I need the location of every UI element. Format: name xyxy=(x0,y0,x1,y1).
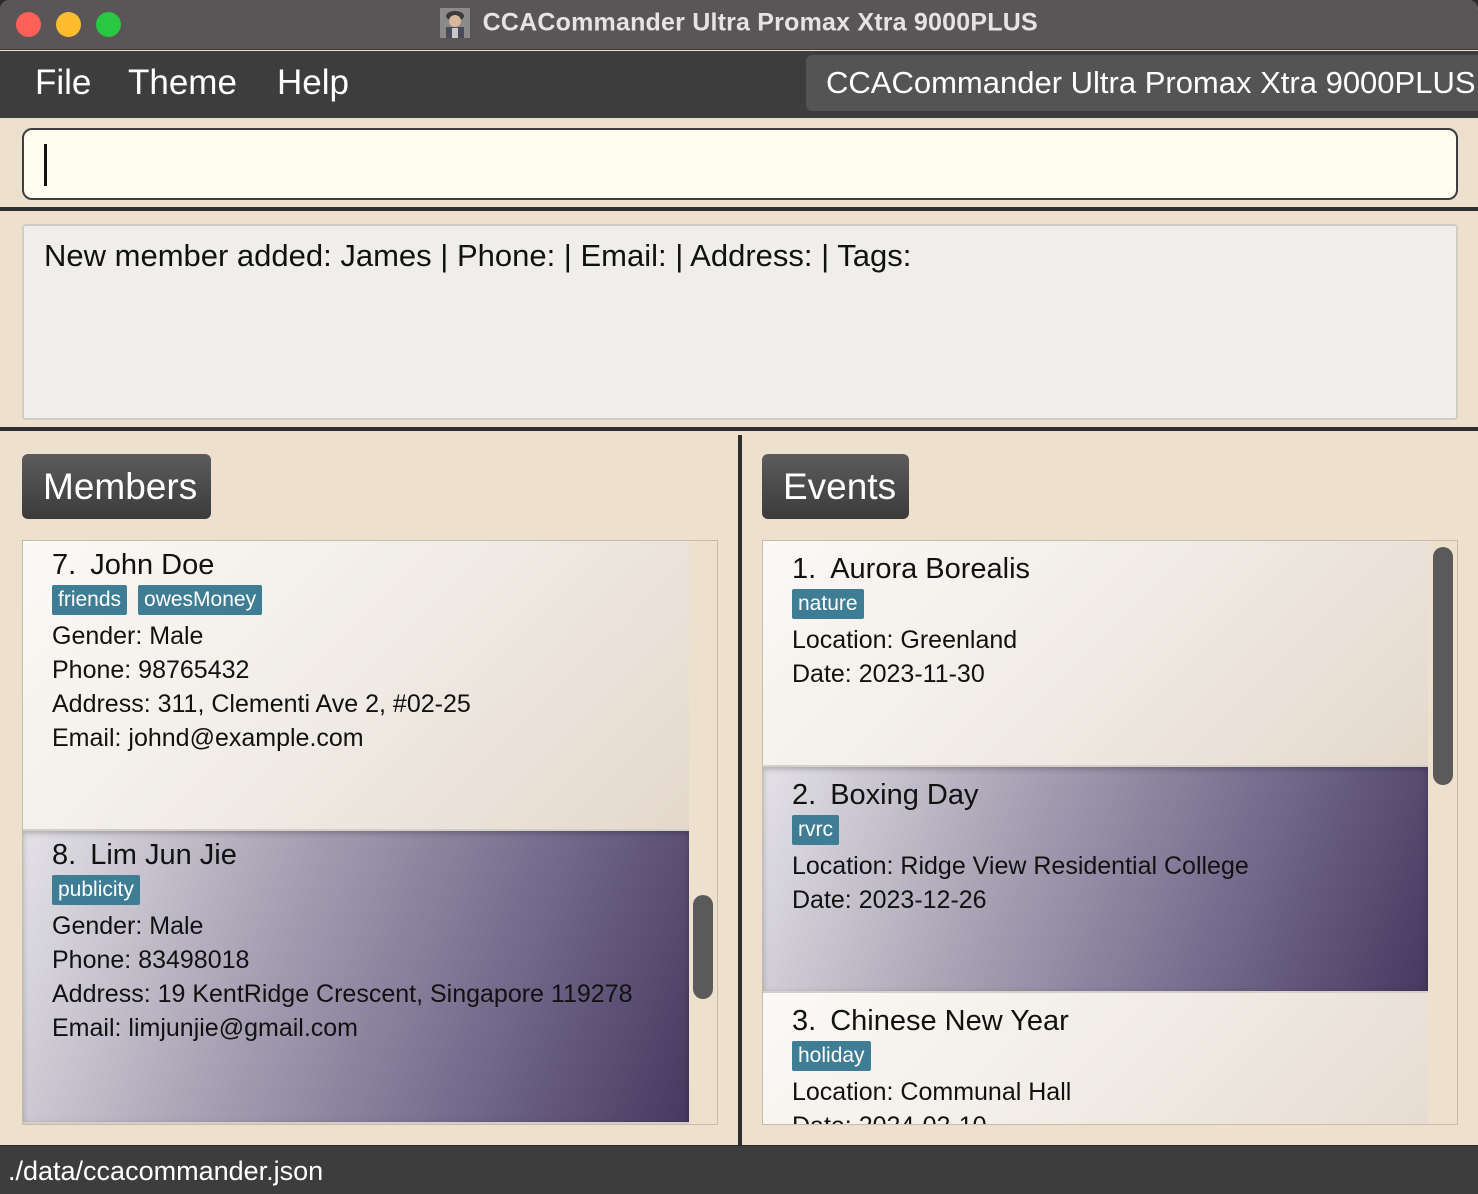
member-phone: Phone: 98765432 xyxy=(52,656,250,684)
event-name: Aurora Borealis xyxy=(830,553,1031,585)
member-tags: publicity xyxy=(52,875,660,909)
member-address: Address: 311, Clementi Ave 2, #02-25 xyxy=(52,690,471,718)
tag: rvrc xyxy=(792,815,839,845)
event-title: 1. Aurora Borealis xyxy=(792,553,1399,586)
member-tags: friends owesMoney xyxy=(52,585,660,619)
members-scroll-thumb[interactable] xyxy=(693,895,713,999)
member-email: Email: limjunjie@gmail.com xyxy=(52,1014,359,1042)
event-card[interactable]: 1. Aurora Borealis nature Location: Green… xyxy=(763,541,1428,767)
member-name: Lim Jun Jie xyxy=(90,839,237,871)
event-name: Boxing Day xyxy=(830,779,979,811)
event-index: 3. xyxy=(792,1005,817,1037)
events-list[interactable]: 1. Aurora Borealis nature Location: Green… xyxy=(762,540,1458,1125)
window-title: CCACommander Ultra Promax Xtra 9000PLUS xyxy=(482,8,1038,37)
app-title-label: CCACommander Ultra Promax Xtra 9000PLUS xyxy=(826,65,1476,100)
result-display-area: New member added: James | Phone: | Email… xyxy=(0,215,1478,431)
result-display: New member added: James | Phone: | Email… xyxy=(22,224,1458,420)
member-index: 7. xyxy=(52,549,77,581)
data-file-path: ./data/ccacommander.json xyxy=(8,1156,324,1186)
member-card[interactable]: 8. Lim Jun Jie publicity Gender: Male Pho… xyxy=(23,831,689,1124)
member-title: 8. Lim Jun Jie xyxy=(52,839,660,872)
member-gender: Gender: Male xyxy=(52,912,204,940)
event-tags: rvrc xyxy=(792,815,1399,849)
member-title: 7. John Doe xyxy=(52,549,660,582)
tag: holiday xyxy=(792,1041,871,1071)
member-index: 8. xyxy=(52,839,77,871)
event-tags: nature xyxy=(792,589,1399,623)
event-title: 2. Boxing Day xyxy=(792,779,1399,812)
event-card[interactable]: 2. Boxing Day rvrc Location: Ridge View R… xyxy=(763,767,1428,993)
events-header: Events xyxy=(762,454,909,519)
event-date: Date: 2023-12-26 xyxy=(792,886,987,914)
members-panel: Members 7. John Doe friends owesMoney Gend… xyxy=(0,435,738,1145)
member-card[interactable]: 7. John Doe friends owesMoney Gender: Male… xyxy=(23,541,689,831)
app-window: CCACommander Ultra Promax Xtra 9000PLUS … xyxy=(0,0,1478,1194)
tag: friends xyxy=(52,585,128,615)
event-index: 1. xyxy=(792,553,817,585)
members-list[interactable]: 7. John Doe friends owesMoney Gender: Male… xyxy=(22,540,718,1125)
command-box-area xyxy=(0,118,1478,211)
title-bar: CCACommander Ultra Promax Xtra 9000PLUS xyxy=(0,0,1478,50)
member-phone: Phone: 83498018 xyxy=(52,946,250,974)
menu-file[interactable]: File xyxy=(35,63,91,103)
event-date: Date: 2023-11-30 xyxy=(792,660,985,688)
event-name: Chinese New Year xyxy=(830,1005,1069,1037)
event-location: Location: Ridge View Residential College xyxy=(792,852,1249,880)
member-address: Address: 19 KentRidge Crescent, Singapor… xyxy=(52,980,633,1008)
member-gender: Gender: Male xyxy=(52,622,204,650)
menu-bar: File Theme Help CCACommander Ultra Proma… xyxy=(0,51,1478,118)
status-bar: ./data/ccacommander.json xyxy=(0,1145,1478,1194)
events-scrollbar[interactable] xyxy=(1431,541,1455,1124)
event-date: Date: 2024-02-10 xyxy=(792,1109,1399,1124)
menu-theme[interactable]: Theme xyxy=(128,63,237,103)
tag: owesMoney xyxy=(138,585,263,615)
event-card[interactable]: 3. Chinese New Year holiday Location: Com… xyxy=(763,993,1428,1124)
event-tags: holiday xyxy=(792,1041,1399,1075)
tag: publicity xyxy=(52,875,140,905)
app-logo-icon xyxy=(440,8,471,38)
members-header: Members xyxy=(22,454,211,519)
event-title: 3. Chinese New Year xyxy=(792,1005,1399,1038)
events-scroll-thumb[interactable] xyxy=(1433,547,1453,785)
member-name: John Doe xyxy=(90,549,215,581)
members-scrollbar[interactable] xyxy=(691,541,715,1124)
event-location: Location: Communal Hall xyxy=(792,1078,1072,1106)
member-email: Email: johnd@example.com xyxy=(52,724,364,752)
event-location: Location: Greenland xyxy=(792,626,1018,654)
window-title-wrap: CCACommander Ultra Promax Xtra 9000PLUS xyxy=(0,8,1478,38)
tag: nature xyxy=(792,589,864,619)
text-caret xyxy=(44,144,47,186)
command-input[interactable] xyxy=(22,128,1458,200)
menu-help[interactable]: Help xyxy=(277,63,349,103)
events-panel: Events 1. Aurora Borealis nature Location… xyxy=(742,435,1478,1145)
event-index: 2. xyxy=(792,779,817,811)
